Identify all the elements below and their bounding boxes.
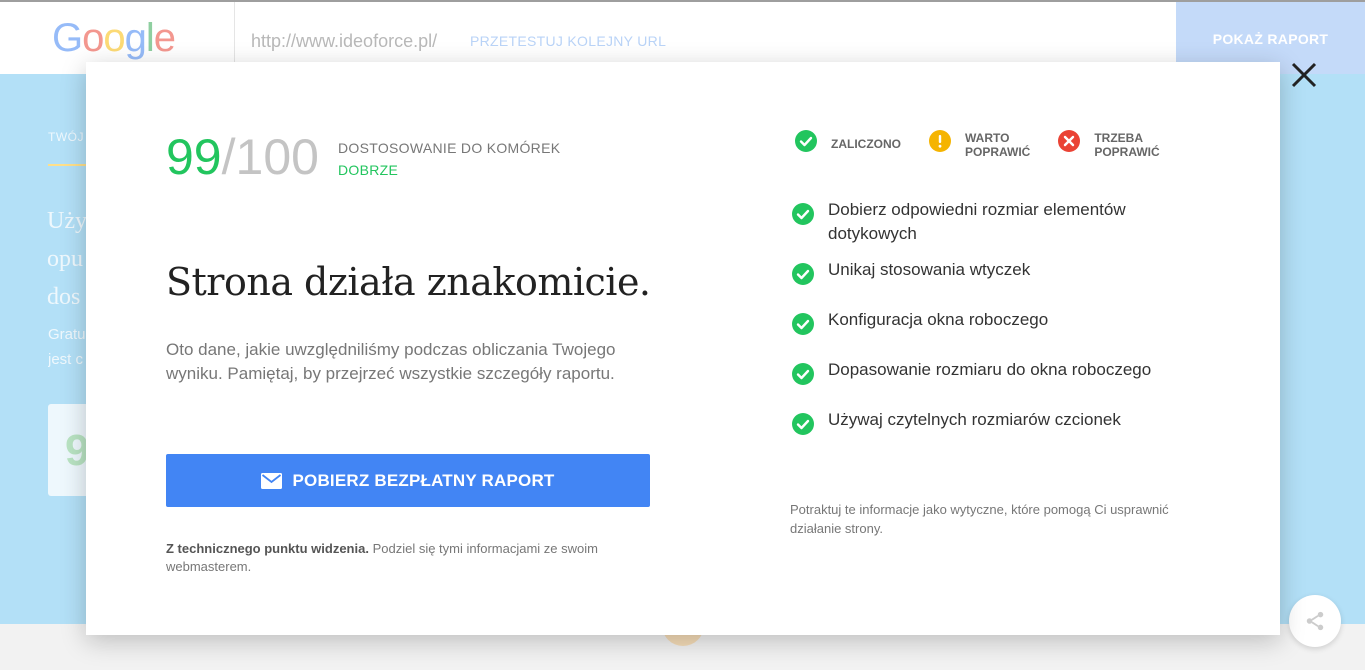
check-circle-icon [792, 363, 814, 385]
error-circle-icon [1058, 130, 1081, 152]
check-circle-icon [792, 203, 814, 225]
result-headline: Strona działa znakomicie. [166, 260, 651, 304]
check-item-label: Dopasowanie rozmiaru do okna roboczego [828, 360, 1152, 379]
share-button[interactable] [1289, 595, 1341, 647]
check-item-label: Unikaj stosowania wtyczek [828, 260, 1031, 279]
download-report-button[interactable]: POBIERZ BEZPŁATNY RAPORT [166, 454, 650, 507]
google-logo: Google [52, 16, 176, 60]
check-circle-icon [795, 130, 817, 152]
check-item-label: Dobierz odpowiedni rozmiar elementów dot… [828, 200, 1126, 243]
retest-url-link[interactable]: PRZETESTUJ KOLEJNY URL [470, 33, 666, 49]
status-legend: ZALICZONO WARTO POPRAWIĆ TRZEBA POPRAWIĆ [795, 130, 1188, 159]
close-modal-button[interactable] [1288, 59, 1320, 91]
checks-list: Dobierz odpowiedni rozmiar elementów dot… [792, 198, 1212, 458]
check-item: Konfiguracja okna roboczego [792, 308, 1212, 358]
technical-note: Z technicznego punktu widzenia. Podziel … [166, 540, 656, 576]
check-item: Używaj czytelnych rozmiarów czcionek [792, 408, 1212, 458]
check-item: Dobierz odpowiedni rozmiar elementów dot… [792, 198, 1212, 248]
share-icon [1306, 611, 1324, 631]
report-modal: 99/100 DOSTOSOWANIE DO KOMÓREK DOBRZE St… [86, 62, 1280, 635]
hero-underline [48, 164, 88, 166]
download-report-label: POBIERZ BEZPŁATNY RAPORT [292, 470, 555, 490]
result-intro: Oto dane, jakie uwzględniliśmy podczas o… [166, 340, 616, 383]
score-max: /100 [221, 129, 319, 185]
mail-icon [261, 472, 283, 489]
check-item-label: Używaj czytelnych rozmiarów czcionek [828, 410, 1121, 429]
warning-circle-icon [929, 130, 951, 152]
hero-small-text: Gratu jest c [48, 326, 86, 368]
legend-fail: TRZEBA POPRAWIĆ [1058, 130, 1160, 159]
legend-warning: WARTO POPRAWIĆ [929, 130, 1030, 159]
check-item-label: Konfiguracja okna roboczego [828, 310, 1049, 329]
score-value: 99 [166, 129, 222, 185]
score-status: DOBRZE [338, 162, 399, 178]
hero-label: TWÓJ [48, 130, 84, 144]
score-title: DOSTOSOWANIE DO KOMÓREK [338, 140, 561, 156]
score: 99/100 [166, 132, 319, 182]
guideline-note: Potraktuj te informacje jako wytyczne, k… [790, 502, 1169, 536]
close-icon [1291, 62, 1317, 88]
check-circle-icon [792, 413, 814, 435]
check-item: Unikaj stosowania wtyczek [792, 258, 1212, 308]
hero-text: Uży opu dos [47, 208, 87, 310]
check-circle-icon [792, 263, 814, 285]
check-item: Dopasowanie rozmiaru do okna roboczego [792, 358, 1212, 408]
legend-passed: ZALICZONO [795, 130, 901, 152]
technical-note-bold: Z technicznego punktu widzenia. [166, 541, 369, 556]
check-circle-icon [792, 313, 814, 335]
tested-url: http://www.ideoforce.pl/ [251, 31, 438, 51]
